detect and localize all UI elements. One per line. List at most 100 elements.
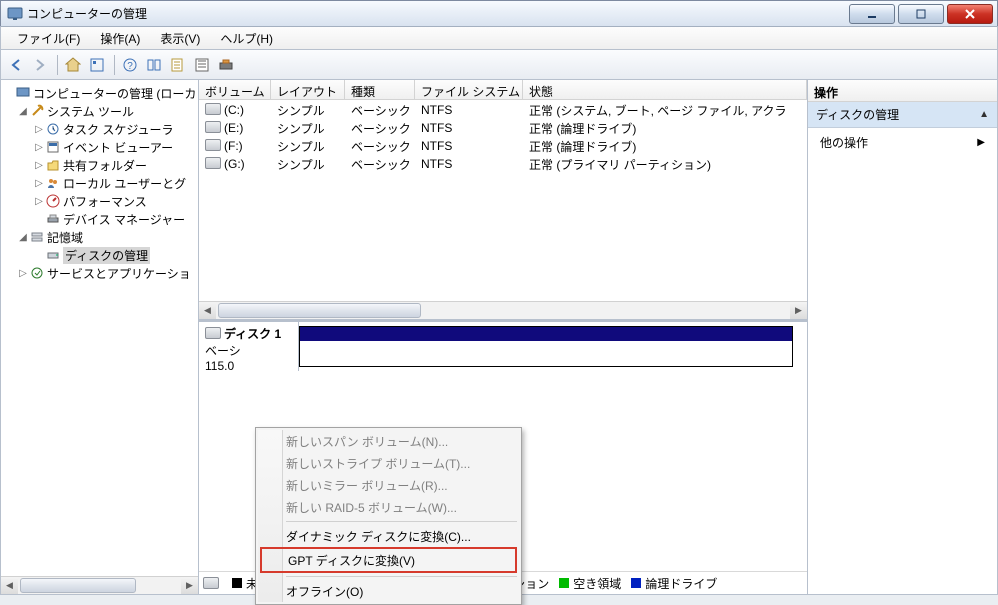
scroll-track[interactable] [216,302,790,319]
legend-logical-label: 論理ドライブ [645,575,717,592]
menu-offline[interactable]: オフライン(O) [258,580,519,602]
menu-convert-gpt[interactable]: GPT ディスクに変換(V) [260,547,517,573]
scroll-left-button[interactable]: ◀ [1,577,18,594]
expander-icon[interactable]: ◢ [17,106,29,117]
help-button[interactable]: ? [119,54,141,76]
action-button-2[interactable] [191,54,213,76]
expander-icon[interactable]: ▷ [33,142,45,153]
volume-row[interactable]: (F:) シンプル ベーシック NTFS 正常 (論理ドライブ) [199,137,807,155]
actions-section-disk-management[interactable]: ディスクの管理 ▲ [808,102,997,128]
actions-other-label: 他の操作 [820,134,868,151]
console-tree[interactable]: コンピューターの管理 (ローカ ◢ システム ツール ▷ タスク スケジューラ … [1,80,198,576]
back-button[interactable] [5,54,27,76]
volume-list-header: ボリューム レイアウト 種類 ファイル システム 状態 [199,80,807,100]
tree-device-manager[interactable]: デバイス マネージャー [1,210,198,228]
col-fs[interactable]: ファイル システム [415,80,523,100]
tree-disk-management-label: ディスクの管理 [63,247,150,264]
disk-icon [203,577,219,589]
tree-performance[interactable]: ▷ パフォーマンス [1,192,198,210]
disk-info-line1: ベーシ [205,342,292,359]
scroll-right-button[interactable]: ▶ [181,577,198,594]
volume-row[interactable]: (C:) シンプル ベーシック NTFS 正常 (システム, ブート, ページ … [199,101,807,119]
scheduler-icon [45,121,61,137]
col-layout[interactable]: レイアウト [271,80,345,100]
up-button[interactable] [62,54,84,76]
tree-services-apps[interactable]: ▷ サービスとアプリケーショ [1,264,198,282]
tree-hscrollbar[interactable]: ◀ ▶ [1,576,198,594]
scroll-thumb[interactable] [218,303,421,318]
volume-hscrollbar[interactable]: ◀ ▶ [199,301,807,319]
expander-icon[interactable]: ▷ [33,196,45,207]
chevron-right-icon: ▶ [977,137,985,148]
tree-storage[interactable]: ◢ 記憶域 [1,228,198,246]
volume-fs: NTFS [415,103,523,117]
menu-separator [286,576,517,577]
volume-fs: NTFS [415,139,523,153]
actions-header: 操作 [808,80,997,102]
col-type[interactable]: 種類 [345,80,415,100]
col-volume[interactable]: ボリューム [199,80,271,100]
action-button-3[interactable] [215,54,237,76]
volume-row[interactable]: (E:) シンプル ベーシック NTFS 正常 (論理ドライブ) [199,119,807,137]
window-titlebar: コンピューターの管理 [0,0,998,26]
menu-action[interactable]: 操作(A) [90,26,150,51]
legend-logical-swatch [631,578,641,588]
close-button[interactable] [947,4,993,24]
tree-disk-management[interactable]: ディスクの管理 [1,246,198,264]
volume-list[interactable]: (C:) シンプル ベーシック NTFS 正常 (システム, ブート, ページ … [199,100,807,301]
volume-icon [205,121,221,133]
menu-new-mirror-volume: 新しいミラー ボリューム(R)... [258,474,519,496]
tree-system-tools[interactable]: ◢ システム ツール [1,102,198,120]
disk-graphic-row[interactable]: ディスク 1 ベーシ 115.0 オンラ [199,319,807,371]
refresh-button[interactable] [143,54,165,76]
actions-section-label: ディスクの管理 [816,106,899,123]
tree-task-scheduler[interactable]: ▷ タスク スケジューラ [1,120,198,138]
tree-system-tools-label: システム ツール [47,103,134,120]
scroll-thumb[interactable] [20,578,136,593]
tree-local-users[interactable]: ▷ ローカル ユーザーとグ [1,174,198,192]
users-icon [45,175,61,191]
volume-status: 正常 (論理ドライブ) [523,120,807,137]
forward-button[interactable] [29,54,51,76]
window-title: コンピューターの管理 [27,5,846,22]
shared-folders-icon [45,157,61,173]
menu-separator [286,521,517,522]
menu-convert-dynamic[interactable]: ダイナミック ディスクに変換(C)... [258,525,519,547]
tree-shared-folders[interactable]: ▷ 共有フォルダー [1,156,198,174]
actions-other-operations[interactable]: 他の操作 ▶ [808,128,997,157]
svg-text:?: ? [127,61,133,72]
services-icon [29,265,45,281]
action-button-1[interactable] [167,54,189,76]
scroll-left-button[interactable]: ◀ [199,302,216,319]
expander-icon[interactable]: ▷ [33,160,45,171]
menu-help[interactable]: ヘルプ(H) [210,26,283,51]
volume-row[interactable]: (G:) シンプル ベーシック NTFS 正常 (プライマリ パーティション) [199,155,807,173]
menu-view[interactable]: 表示(V) [150,26,210,51]
volume-icon [205,103,221,115]
tree-event-viewer[interactable]: ▷ イベント ビューアー [1,138,198,156]
tree-performance-label: パフォーマンス [63,193,147,210]
expander-icon[interactable]: ▷ [33,124,45,135]
disk-unallocated-block[interactable] [299,326,793,367]
volume-name: (G:) [224,157,245,171]
tree-local-users-label: ローカル ユーザーとグ [63,175,186,192]
scroll-track[interactable] [18,577,181,594]
expander-icon[interactable]: ▷ [17,268,29,279]
tree-root[interactable]: コンピューターの管理 (ローカ [1,84,198,102]
expander-icon[interactable]: ◢ [17,232,29,243]
tree-event-viewer-label: イベント ビューアー [63,139,173,156]
tree-pane: コンピューターの管理 (ローカ ◢ システム ツール ▷ タスク スケジューラ … [1,80,199,594]
maximize-button[interactable] [898,4,944,24]
volume-fs: NTFS [415,121,523,135]
properties-button[interactable] [86,54,108,76]
minimize-button[interactable] [849,4,895,24]
expander-icon[interactable]: ▷ [33,178,45,189]
disk-label-panel[interactable]: ディスク 1 ベーシ 115.0 オンラ [199,322,299,371]
menu-file[interactable]: ファイル(F) [7,26,90,51]
col-status[interactable]: 状態 [523,80,807,100]
event-viewer-icon [45,139,61,155]
volume-icon [205,157,221,169]
scroll-right-button[interactable]: ▶ [790,302,807,319]
volume-type: ベーシック [345,138,415,155]
tree-root-label: コンピューターの管理 (ローカ [33,85,196,102]
